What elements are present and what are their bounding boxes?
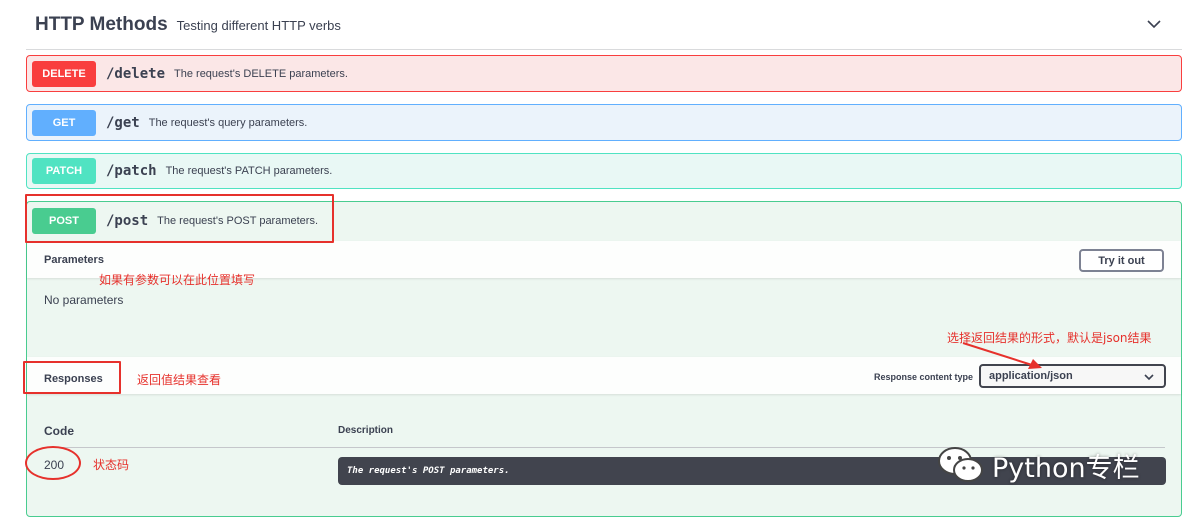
section-header[interactable]: HTTP Methods Testing different HTTP verb… [26,0,1182,50]
response-description: The request's POST parameters. [347,466,510,476]
annotation-params-note: 如果有参数可以在此位置填写 [99,273,256,287]
watermark: Python专栏 [936,440,1140,490]
section-description: Testing different HTTP verbs [176,18,341,33]
code-column-header: Code [44,424,74,438]
method-badge-patch: PATCH [32,158,96,184]
operation-path: /delete [106,65,166,82]
operation-patch[interactable]: PATCH /patch The request's PATCH paramet… [26,153,1182,189]
method-badge-get: GET [32,109,96,136]
operation-summary: The request's query parameters. [148,116,308,129]
watermark-text: Python专栏 [992,452,1140,484]
section-title: HTTP Methods [35,13,168,35]
try-it-out-button[interactable]: Try it out [1079,249,1164,272]
response-content-type-label: Response content type [874,372,974,382]
chevron-down-icon[interactable] [1146,16,1162,32]
parameters-title: Parameters [44,254,104,266]
annotation-box-post [25,194,334,243]
operation-path: /get [106,114,140,131]
operation-delete[interactable]: DELETE /delete The request's DELETE para… [26,55,1182,92]
annotation-responses-note: 返回值结果查看 [137,373,222,387]
description-column-header: Description [338,425,394,436]
annotation-arrow [962,342,1042,369]
wechat-icon [938,447,983,482]
operation-path: /patch [106,163,157,179]
annotation-ellipse-code [25,446,81,480]
operation-summary: The request's PATCH parameters. [165,165,333,177]
no-parameters-text: No parameters [44,293,124,307]
annotation-box-responses [23,361,121,394]
chevron-down-icon [1144,374,1154,381]
method-badge-delete: DELETE [32,60,96,87]
operation-summary: The request's DELETE parameters. [174,67,348,80]
annotation-status-note: 状态码 [93,458,130,472]
operation-get[interactable]: GET /get The request's query parameters. [26,104,1182,141]
